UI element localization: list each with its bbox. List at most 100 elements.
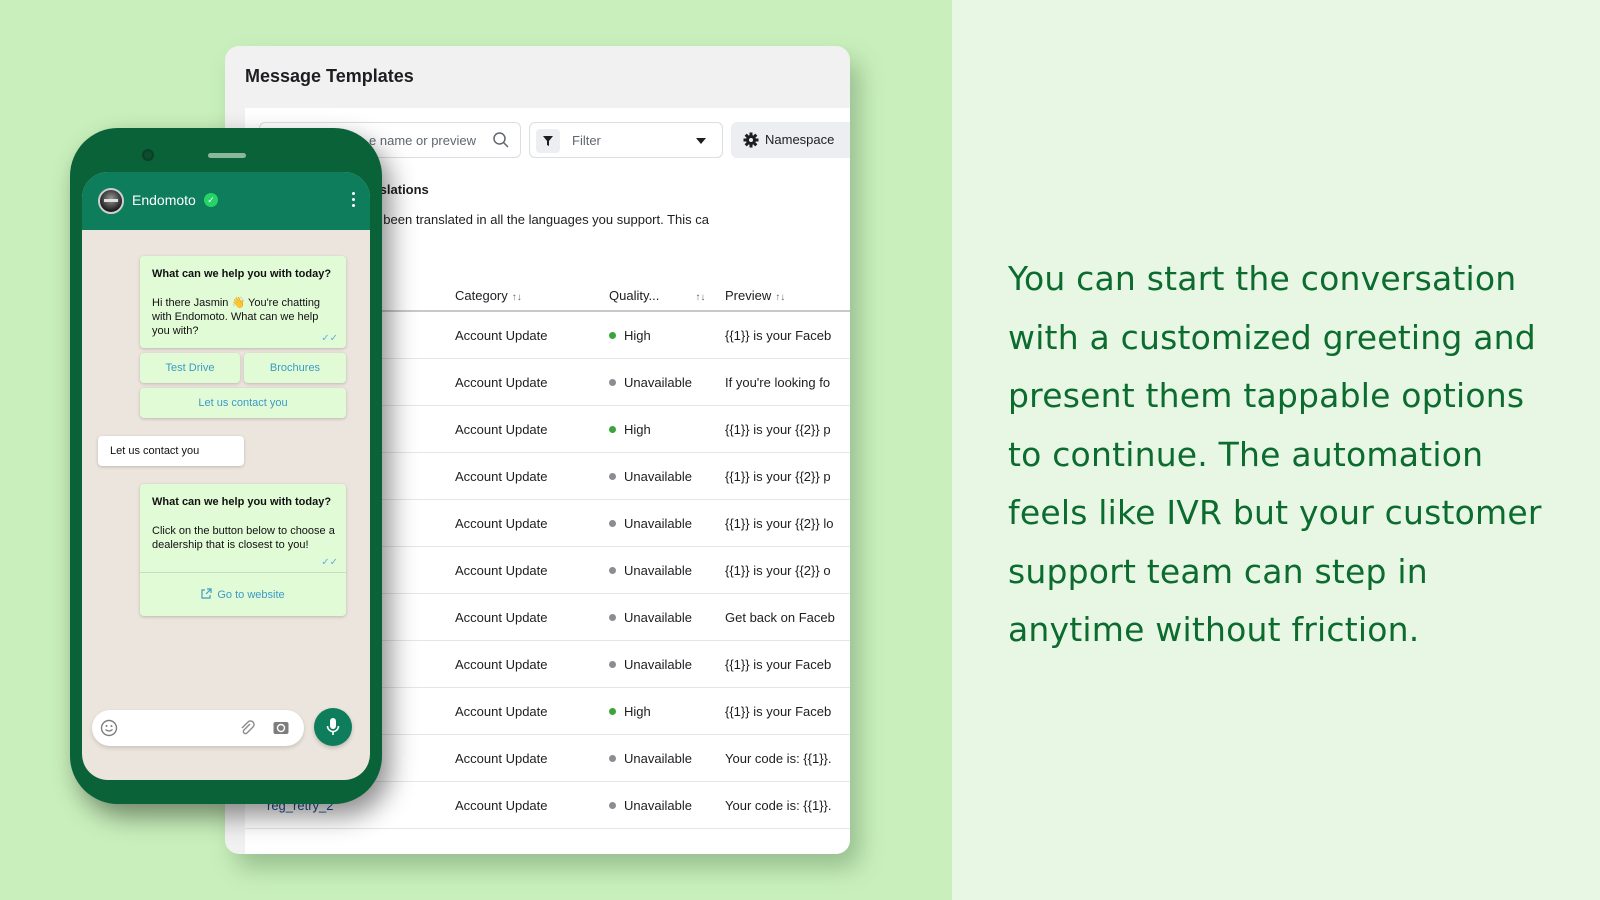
column-label: Preview (725, 288, 772, 303)
namespace-button[interactable]: Namespace (731, 122, 850, 158)
microphone-button[interactable] (314, 708, 352, 746)
template-category: Account Update (455, 704, 548, 719)
template-category: Account Update (455, 798, 548, 813)
quality-status-dot (609, 755, 616, 762)
template-preview: {{1}} is your Faceb (725, 704, 832, 719)
attachment-icon[interactable] (238, 719, 256, 737)
search-icon (493, 132, 509, 148)
quality-status-dot (609, 661, 616, 668)
quality-label: High (624, 422, 651, 437)
quality-status-dot (609, 708, 616, 715)
message-bubble-dealership: What can we help you with today? Click o… (140, 484, 346, 616)
template-category: Account Update (455, 610, 548, 625)
template-category: Account Update (455, 516, 548, 531)
column-header-category[interactable]: Category ↑↓ (455, 288, 522, 303)
emoji-icon[interactable] (100, 719, 118, 737)
namespace-label: Namespace (765, 132, 835, 147)
template-category: Account Update (455, 751, 548, 766)
more-options-icon[interactable] (352, 192, 356, 208)
template-category: Account Update (455, 422, 548, 437)
microphone-icon (326, 718, 340, 735)
message-bubble-greeting: What can we help you with today? Hi ther… (140, 256, 346, 348)
read-receipt-icon: ✓✓ (321, 333, 338, 344)
sort-icon: ↑↓ (775, 292, 786, 303)
template-quality: High (609, 422, 651, 437)
quality-label: Unavailable (624, 798, 692, 813)
quality-status-dot (609, 379, 616, 386)
quality-label: Unavailable (624, 563, 692, 578)
message-text: Hi there Jasmin 👋 You're chatting with E… (152, 297, 321, 337)
filter-label: Filter (572, 133, 601, 148)
contact-name[interactable]: Endomoto (132, 192, 196, 208)
phone-screen: Endomoto ✓ What can we help you with tod… (82, 172, 370, 780)
template-category: Account Update (455, 375, 548, 390)
quality-status-dot (609, 614, 616, 621)
read-receipt-icon: ✓✓ (321, 557, 338, 568)
link-label: Go to website (217, 589, 285, 601)
template-preview: Your code is: {{1}}. (725, 798, 832, 813)
template-preview: {{1}} is your {{2}} p (725, 422, 831, 437)
camera-icon (142, 149, 154, 161)
page-title: Message Templates (245, 66, 414, 86)
go-to-website-button[interactable]: Go to website (140, 588, 346, 601)
column-label: Quality... (609, 288, 660, 303)
template-quality: Unavailable (609, 469, 692, 484)
template-preview: {{1}} is your Faceb (725, 328, 832, 343)
message-input[interactable] (92, 710, 304, 746)
message-bubble-user: Let us contact you (98, 436, 244, 466)
description-text: You can start the conversation with a cu… (1008, 259, 1542, 649)
message-title: What can we help you with today? (152, 496, 332, 508)
phone-mockup: Endomoto ✓ What can we help you with tod… (70, 128, 382, 804)
quality-label: High (624, 328, 651, 343)
camera-icon[interactable] (272, 719, 290, 737)
template-quality: Unavailable (609, 375, 692, 390)
template-category: Account Update (455, 469, 548, 484)
template-preview: Your code is: {{1}}. (725, 751, 832, 766)
divider (140, 572, 346, 573)
filter-dropdown[interactable]: Filter (529, 122, 723, 158)
external-link-icon (201, 588, 212, 599)
column-header-quality[interactable]: Quality... ↑↓ (609, 288, 705, 303)
quality-label: Unavailable (624, 751, 692, 766)
message-title: What can we help you with today? (152, 268, 332, 280)
message-text: Click on the button below to choose a de… (152, 525, 335, 551)
template-preview: {{1}} is your {{2}} p (725, 469, 831, 484)
template-quality: Unavailable (609, 657, 692, 672)
template-preview: {{1}} is your {{2}} lo (725, 516, 834, 531)
search-placeholder: e name or preview (369, 133, 476, 148)
template-quality: High (609, 704, 651, 719)
template-quality: Unavailable (609, 798, 692, 813)
quick-reply-contact[interactable]: Let us contact you (140, 388, 346, 418)
chat-header: Endomoto ✓ (82, 172, 370, 230)
template-category: Account Update (455, 657, 548, 672)
sort-icon: ↑↓ (695, 292, 706, 303)
template-preview: If you're looking fo (725, 375, 831, 390)
quality-status-dot (609, 426, 616, 433)
gear-icon (743, 132, 759, 148)
quality-label: Unavailable (624, 516, 692, 531)
column-header-preview[interactable]: Preview ↑↓ (725, 288, 785, 303)
template-category: Account Update (455, 328, 548, 343)
quality-label: Unavailable (624, 610, 692, 625)
quality-status-dot (609, 520, 616, 527)
avatar[interactable] (98, 188, 124, 214)
quality-status-dot (609, 332, 616, 339)
quality-label: Unavailable (624, 375, 692, 390)
verified-badge-icon: ✓ (204, 193, 218, 207)
quality-label: Unavailable (624, 657, 692, 672)
chevron-down-icon (696, 138, 706, 144)
quality-status-dot (609, 567, 616, 574)
quick-reply-brochures[interactable]: Brochures (244, 353, 346, 383)
quick-reply-test-drive[interactable]: Test Drive (140, 353, 240, 383)
quality-status-dot (609, 473, 616, 480)
template-preview: Get back on Faceb (725, 610, 835, 625)
quality-status-dot (609, 802, 616, 809)
quality-label: Unavailable (624, 469, 692, 484)
template-quality: Unavailable (609, 610, 692, 625)
sort-icon: ↑↓ (511, 292, 522, 303)
template-quality: High (609, 328, 651, 343)
column-label: Category (455, 288, 508, 303)
filter-icon (536, 129, 560, 153)
template-category: Account Update (455, 563, 548, 578)
template-quality: Unavailable (609, 563, 692, 578)
